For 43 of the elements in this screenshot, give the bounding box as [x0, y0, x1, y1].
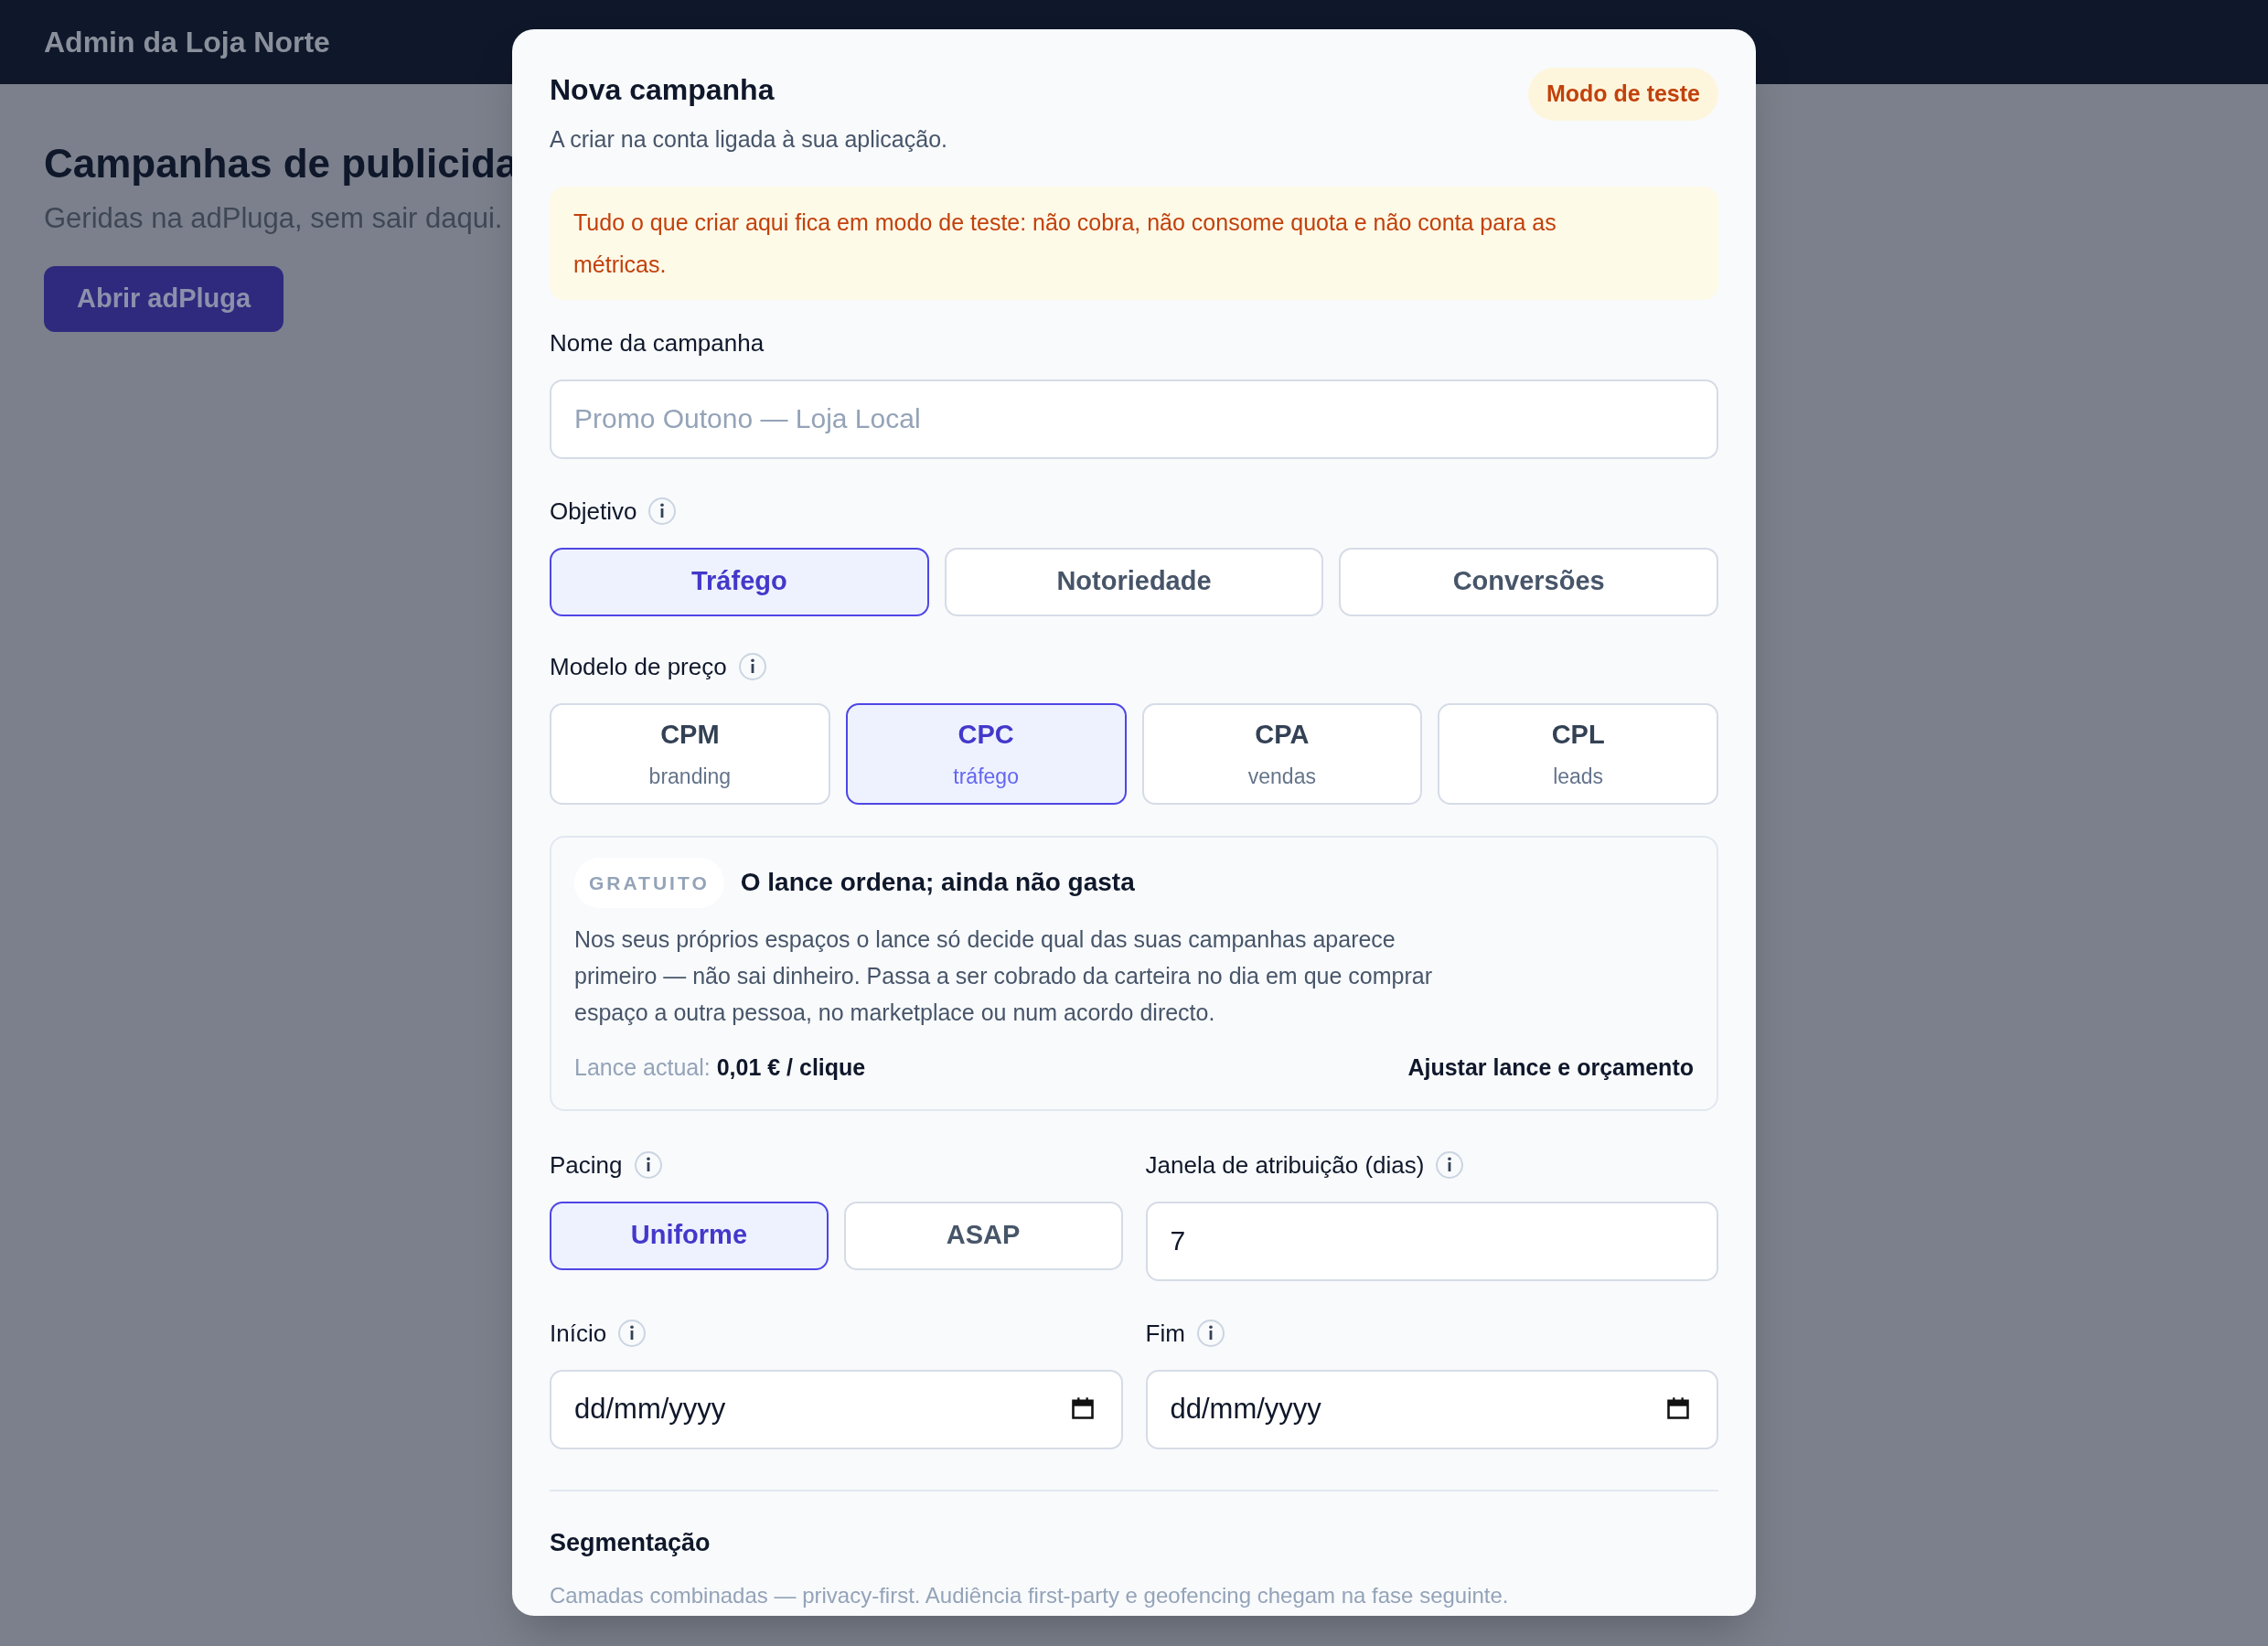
pacing-option[interactable]: Uniforme — [550, 1201, 829, 1270]
open-adpluga-button[interactable]: Abrir adPluga — [44, 265, 284, 332]
pricing-option[interactable]: CPM branding — [550, 702, 830, 805]
field-label: Início — [550, 1318, 607, 1349]
field-label: Fim — [1145, 1318, 1185, 1349]
info-text: Nos seus próprios espaços o lance só decide qual das suas campanhas aparece primeiro — não sai dinheiro. Passa a ser cobrado da carteira no dia em que comprar espaço a outra pessoa, no marketplace ou num acordo directo. — [574, 925, 1433, 1027]
objective-option[interactable]: Notoriedade — [944, 547, 1324, 616]
section-description: Camadas combinadas — privacy-first. Audiência first-party e geofencing chegam na fase seguinte. — [550, 1582, 1510, 1609]
attribution-window-field[interactable]: 7 — [1145, 1201, 1718, 1281]
info-title: O lance ordena; ainda não gasta — [740, 867, 1135, 899]
pricing-option[interactable]: CPC tráfego — [845, 702, 1127, 805]
info-icon — [617, 1319, 647, 1348]
page-subheading: Geridas na adPluga, sem sair daqui. — [44, 201, 503, 236]
field-label: Modelo de preço — [550, 651, 727, 682]
date-field[interactable]: dd/mm/yyyy — [550, 1369, 1123, 1449]
calendar-icon[interactable] — [1069, 1395, 1096, 1421]
field-label: Nome da campanha — [550, 327, 765, 358]
page-heading: Campanhas de publicida — [44, 140, 519, 187]
info-icon — [647, 497, 678, 526]
field-label: Objetivo — [550, 496, 637, 527]
info-icon — [737, 652, 767, 681]
free-badge: GRATUITO — [574, 857, 724, 908]
app-title: Admin da Loja Norte — [44, 25, 330, 60]
pacing-option[interactable]: ASAP — [843, 1201, 1123, 1270]
test-mode-badge: Modo de teste — [1527, 68, 1718, 121]
info-icon — [1195, 1319, 1225, 1348]
dialog-title: Nova campanha — [550, 72, 776, 108]
info-icon — [633, 1150, 663, 1180]
dialog-subtitle: A criar na conta ligada à sua aplicação. — [550, 125, 947, 154]
field-label: Janela de atribuição (dias) — [1145, 1149, 1425, 1181]
alert-text: Tudo o que criar aqui fica em modo de teste: não cobra, não consome quota e não conta para as métricas. — [573, 208, 1557, 279]
info-icon — [1435, 1150, 1465, 1180]
campaign-name-field[interactable]: Promo Outono — Loja Local — [550, 379, 1718, 459]
field-label: Pacing — [550, 1149, 623, 1181]
objective-option[interactable]: Conversões — [1339, 547, 1718, 616]
pricing-option[interactable]: CPL leads — [1438, 702, 1718, 805]
section-title: Segmentação — [550, 1527, 711, 1558]
pricing-option[interactable]: CPA vendas — [1141, 702, 1423, 805]
calendar-icon[interactable] — [1665, 1395, 1691, 1421]
adjust-bid-link[interactable]: Ajustar lance e orçamento — [1407, 1051, 1694, 1085]
objective-option[interactable]: Tráfego — [550, 547, 929, 616]
date-field[interactable]: dd/mm/yyyy — [1145, 1369, 1718, 1449]
current-bid: Lance actual: 0,01 € / clique — [574, 1053, 866, 1082]
